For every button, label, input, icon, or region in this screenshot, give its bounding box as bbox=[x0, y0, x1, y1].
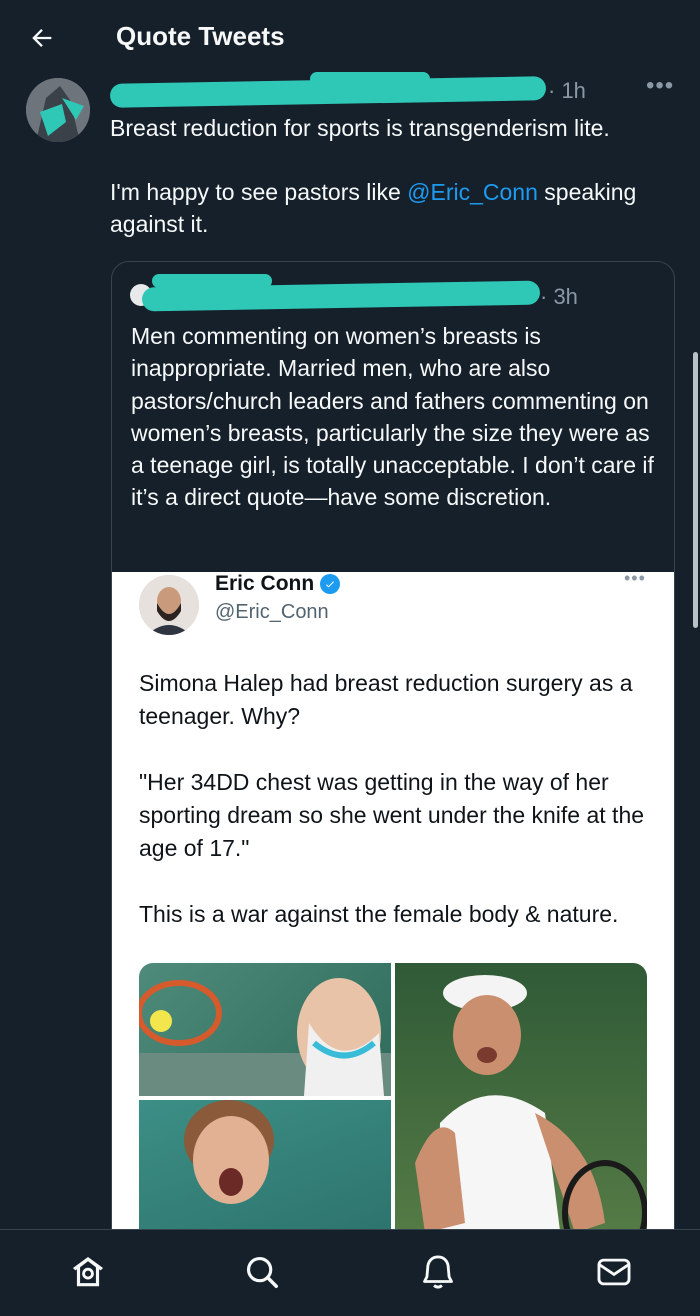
mention-link[interactable]: @Eric_Conn bbox=[407, 179, 538, 205]
mail-icon bbox=[597, 1258, 631, 1286]
tweet-time: · 1h bbox=[548, 78, 586, 103]
scrollbar[interactable] bbox=[693, 352, 698, 628]
photo-tennis-racket bbox=[139, 963, 391, 1096]
tweet-text: Breast reduction for sports is transgend… bbox=[110, 112, 670, 240]
bell-icon bbox=[423, 1255, 453, 1289]
embedded-screenshot[interactable]: Eric Conn @Eric_Conn ••• Simona Halep ha… bbox=[112, 568, 674, 1260]
avatar-image bbox=[26, 78, 90, 142]
embedded-text: Simona Halep had breast reduction surger… bbox=[139, 670, 645, 927]
photo-grid[interactable] bbox=[139, 963, 647, 1260]
nav-notifications[interactable] bbox=[416, 1250, 460, 1294]
tweet-meta: · 1h ••• bbox=[109, 72, 673, 108]
quoted-time: · 3h bbox=[540, 284, 578, 309]
redacted-mark bbox=[152, 274, 272, 288]
embedded-name-text: Eric Conn bbox=[215, 572, 315, 595]
nav-home[interactable] bbox=[66, 1250, 110, 1294]
top-bar: Quote Tweets bbox=[0, 0, 700, 76]
arrow-left-icon bbox=[32, 29, 52, 47]
quoted-meta: · 3h bbox=[132, 274, 652, 312]
home-icon bbox=[72, 1256, 104, 1287]
back-button[interactable] bbox=[22, 18, 62, 58]
more-options-button[interactable]: ••• bbox=[646, 72, 674, 100]
embedded-avatar bbox=[139, 575, 199, 635]
profile-photo bbox=[139, 575, 199, 635]
search-icon bbox=[246, 1256, 278, 1288]
nav-search[interactable] bbox=[240, 1250, 284, 1294]
verified-badge-icon bbox=[320, 574, 341, 594]
redacted-mark bbox=[310, 72, 430, 86]
quoted-text: Men commenting on women’s breasts is ina… bbox=[131, 323, 654, 511]
quoted-tweet-card[interactable]: · 3h Men commenting on women’s breasts i… bbox=[111, 261, 675, 1261]
avatar[interactable] bbox=[26, 78, 90, 142]
page-title: Quote Tweets bbox=[116, 21, 285, 51]
embedded-handle: @Eric_Conn bbox=[215, 601, 329, 623]
photo-player-backhand bbox=[395, 963, 647, 1260]
embedded-name: Eric Conn bbox=[215, 572, 341, 596]
nav-messages[interactable] bbox=[592, 1250, 636, 1294]
bottom-nav bbox=[0, 1229, 700, 1316]
embedded-more-icon: ••• bbox=[624, 568, 646, 588]
